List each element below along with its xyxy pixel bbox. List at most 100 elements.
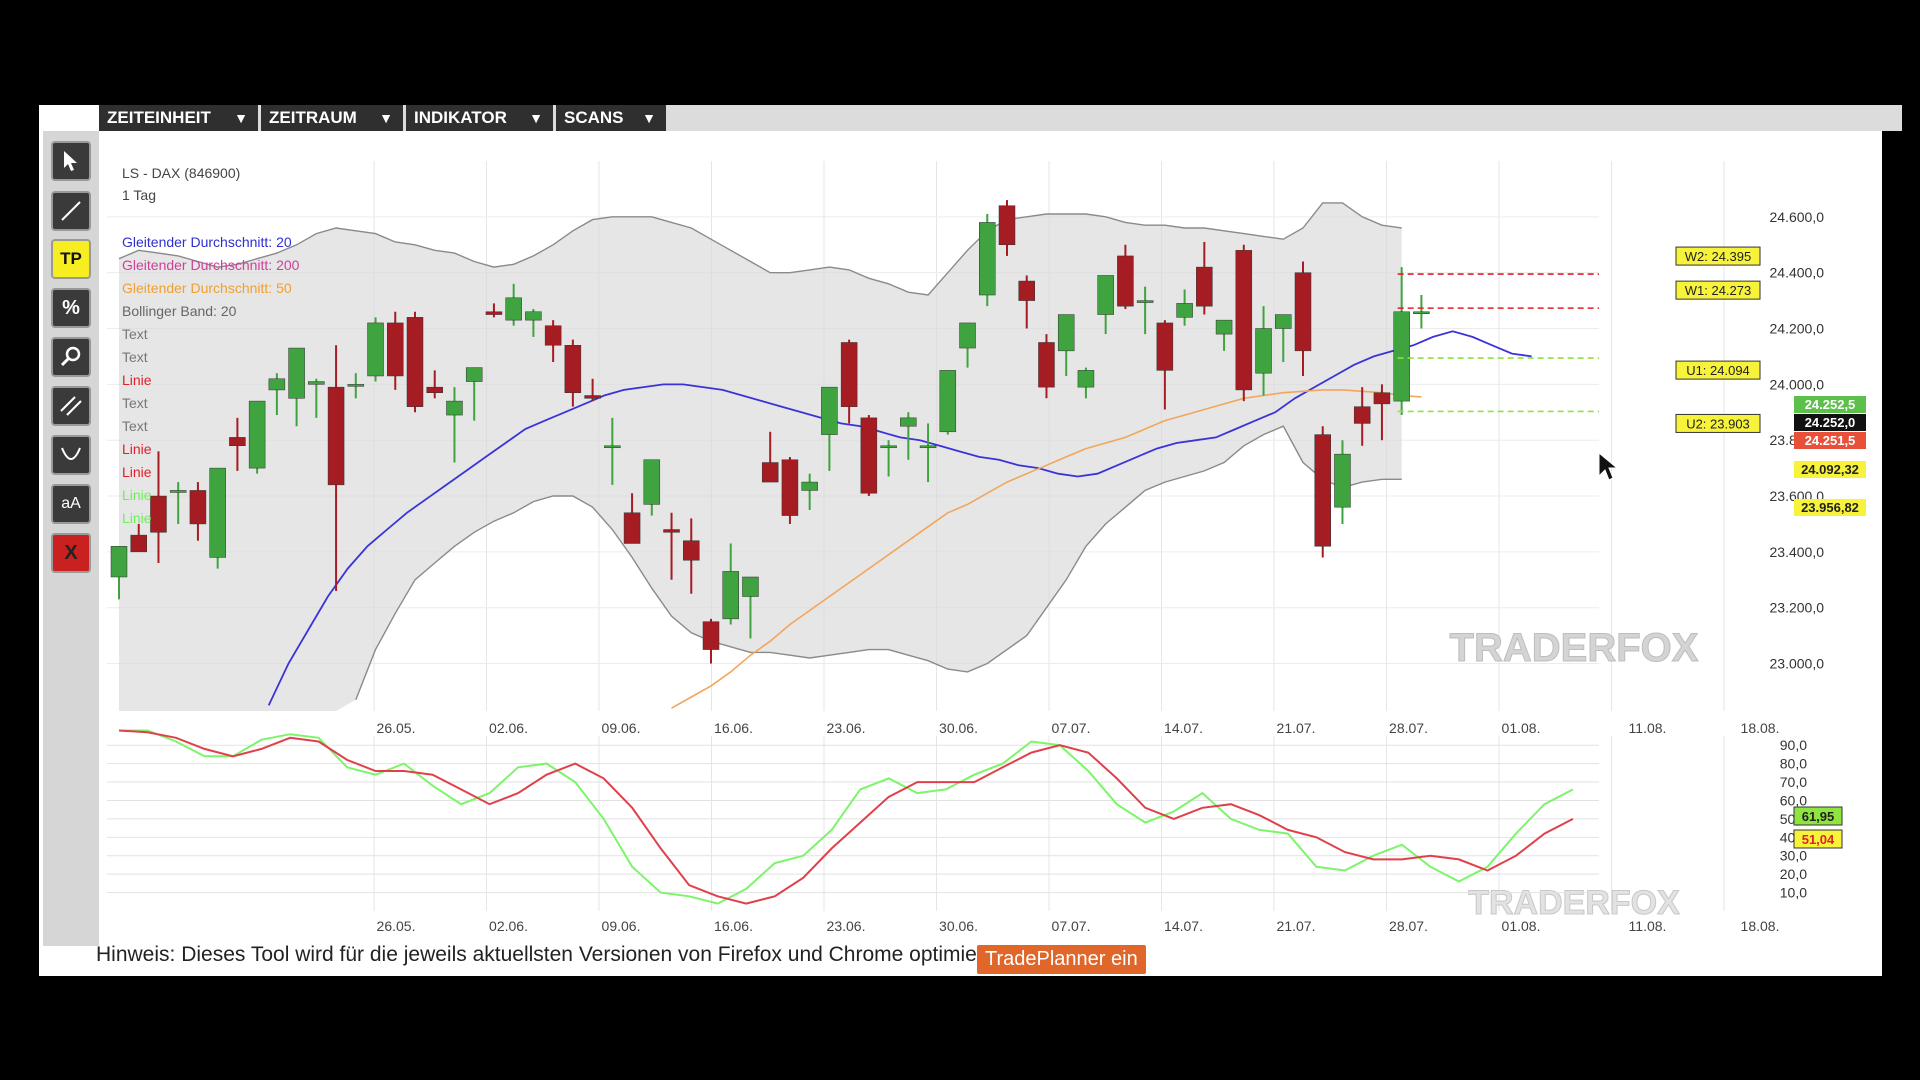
y-tick-label: 24.200,0 bbox=[1770, 321, 1825, 337]
x-tick-label: 26.05. bbox=[377, 918, 416, 934]
traderfox-watermark: TRADERFOX bbox=[1468, 884, 1680, 922]
mouse-cursor-icon bbox=[1598, 451, 1619, 481]
candle-down bbox=[327, 386, 345, 486]
delete-tool-button[interactable]: X bbox=[51, 533, 91, 573]
candle-up bbox=[979, 222, 996, 296]
candle-up bbox=[1136, 300, 1154, 303]
candle-up bbox=[801, 481, 818, 491]
candle-down bbox=[1018, 280, 1035, 301]
top-menu-bar: ZEITEINHEIT ▼ ZEITRAUM ▼ INDIKATOR ▼ SCANS ▼ bbox=[99, 105, 1902, 131]
y-tick-label: 24.600,0 bbox=[1770, 209, 1825, 225]
candle-down bbox=[1196, 266, 1213, 307]
legend-entry: Linie bbox=[122, 510, 152, 526]
candle-up bbox=[1176, 303, 1193, 318]
candle-up bbox=[1393, 311, 1410, 402]
menu-scans[interactable]: SCANS ▼ bbox=[556, 105, 669, 131]
x-tick-label: 07.07. bbox=[1052, 918, 1091, 934]
candle-up bbox=[1413, 311, 1430, 315]
candle-up bbox=[446, 400, 463, 416]
chart-title: LS - DAX (846900) bbox=[122, 165, 240, 181]
candle-down bbox=[406, 317, 424, 407]
candle-down bbox=[1156, 322, 1174, 371]
chart-area[interactable]: 24.600,024.400,024.200,024.000,023.800,0… bbox=[99, 131, 1889, 943]
x-tick-label: 28.07. bbox=[1389, 720, 1428, 736]
candle-up bbox=[959, 322, 976, 349]
candle-up bbox=[900, 417, 917, 427]
candle-down bbox=[840, 342, 858, 407]
percent-tool-button[interactable]: % bbox=[51, 288, 91, 328]
legend-entry: Linie bbox=[122, 372, 152, 388]
y-tick-label: 24.400,0 bbox=[1770, 265, 1825, 281]
legend-entry: Gleitender Durchschnitt: 50 bbox=[122, 280, 292, 296]
x-tick-label: 14.07. bbox=[1164, 720, 1203, 736]
menu-indikator[interactable]: INDIKATOR ▼ bbox=[406, 105, 556, 131]
y-tick-label: 80,0 bbox=[1780, 756, 1807, 772]
candle-up bbox=[604, 445, 621, 449]
caret-down-icon: ▼ bbox=[642, 110, 656, 126]
candle-up bbox=[288, 347, 305, 399]
price-tag-text: 24.252,0 bbox=[1805, 415, 1856, 430]
curve-tool-button[interactable] bbox=[51, 435, 91, 475]
candle-down bbox=[663, 529, 680, 533]
y-tick-label: 70,0 bbox=[1780, 774, 1807, 790]
zoom-tool-button[interactable] bbox=[51, 337, 91, 377]
price-tag-text: 23.956,82 bbox=[1801, 500, 1859, 515]
legend-entry: Bollinger Band: 20 bbox=[122, 303, 237, 319]
legend-entry: Gleitender Durchschnitt: 200 bbox=[122, 257, 300, 273]
candle-up bbox=[1275, 314, 1292, 329]
candle-down bbox=[1038, 342, 1055, 388]
candle-down bbox=[1294, 272, 1312, 352]
text-tool-button[interactable]: aA bbox=[51, 484, 91, 524]
x-tick-label: 28.07. bbox=[1389, 918, 1428, 934]
menu-label: ZEITRAUM bbox=[269, 108, 357, 127]
candle-down bbox=[189, 490, 207, 525]
candle-up bbox=[919, 445, 937, 449]
x-tick-label: 18.08. bbox=[1741, 720, 1780, 736]
candle-down bbox=[683, 540, 700, 561]
candle-down bbox=[761, 462, 779, 483]
candle-up bbox=[268, 378, 286, 391]
candle-up bbox=[742, 576, 759, 597]
x-tick-label: 02.06. bbox=[489, 918, 528, 934]
candle-down bbox=[544, 325, 562, 346]
menu-zeiteinheit[interactable]: ZEITEINHEIT ▼ bbox=[99, 105, 261, 131]
menu-zeitraum[interactable]: ZEITRAUM ▼ bbox=[261, 105, 406, 131]
traderfox-watermark: TRADERFOX bbox=[1450, 626, 1699, 670]
x-tick-label: 21.07. bbox=[1277, 720, 1316, 736]
drawing-toolbar: TP % aA X bbox=[43, 131, 99, 946]
x-tick-label: 23.06. bbox=[827, 918, 866, 934]
x-tick-label: 21.07. bbox=[1277, 918, 1316, 934]
price-tag-text: 24.092,32 bbox=[1801, 462, 1859, 477]
line-tool-button[interactable] bbox=[51, 191, 91, 231]
tradeplanner-button[interactable]: TradePlanner ein bbox=[977, 945, 1146, 974]
candle-up bbox=[110, 546, 128, 578]
x-tick-label: 02.06. bbox=[489, 720, 528, 736]
level-label: U2: 23.903 bbox=[1686, 416, 1750, 431]
candle-down bbox=[623, 512, 641, 544]
y-tick-label: 23.200,0 bbox=[1770, 600, 1825, 616]
candle-up bbox=[1215, 319, 1233, 335]
candle-down bbox=[781, 459, 799, 516]
legend-entry: Text bbox=[122, 418, 148, 434]
candle-down bbox=[1235, 250, 1253, 391]
candle-up bbox=[1057, 314, 1075, 352]
legend-entry: Text bbox=[122, 349, 148, 365]
zoom-icon bbox=[60, 346, 81, 367]
candle-up bbox=[939, 370, 957, 433]
x-tick-label: 16.06. bbox=[714, 918, 753, 934]
candle-up bbox=[821, 386, 838, 435]
tp-tool-button[interactable]: TP bbox=[51, 239, 91, 279]
x-tick-label: 11.08. bbox=[1629, 918, 1667, 934]
x-tick-label: 23.06. bbox=[827, 720, 866, 736]
candle-down bbox=[584, 395, 601, 399]
candle-down bbox=[1373, 392, 1391, 405]
parallel-tool-button[interactable] bbox=[51, 386, 91, 426]
candle-up bbox=[1334, 453, 1351, 508]
caret-down-icon: ▼ bbox=[529, 110, 543, 126]
x-tick-label: 30.06. bbox=[939, 720, 978, 736]
candle-up bbox=[1097, 275, 1114, 315]
y-tick-label: 10,0 bbox=[1780, 885, 1807, 901]
candle-down bbox=[485, 311, 503, 315]
select-tool-button[interactable] bbox=[51, 141, 91, 181]
y-tick-label: 23.000,0 bbox=[1770, 656, 1825, 672]
